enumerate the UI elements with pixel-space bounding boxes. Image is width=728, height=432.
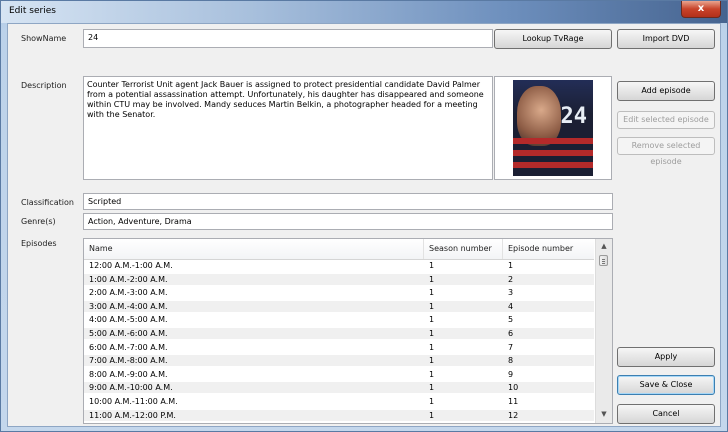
episode-number-cell: 12 xyxy=(508,410,519,420)
episode-name-cell: 7:00 A.M.-8:00 A.M. xyxy=(89,356,168,366)
episode-number-cell: 10 xyxy=(508,383,519,393)
table-row[interactable]: 9:00 A.M.-10:00 A.M. 1 10 xyxy=(84,382,594,394)
poster-title: 24 xyxy=(560,104,588,129)
poster-face xyxy=(517,86,561,146)
episode-number-cell: 8 xyxy=(508,356,514,366)
table-row[interactable]: 11:00 A.M.-12:00 P.M. 1 12 xyxy=(84,409,594,421)
season-number-cell: 1 xyxy=(429,315,435,325)
poster-stripe xyxy=(513,138,593,144)
season-number-cell: 1 xyxy=(429,369,435,379)
season-number-cell: 1 xyxy=(429,356,435,366)
window-title: Edit series xyxy=(9,6,56,16)
episode-name-cell: 2:00 A.M.-3:00 A.M. xyxy=(89,288,168,298)
episode-name-cell: 9:00 A.M.-10:00 A.M. xyxy=(89,383,173,393)
show-poster-image: 24 xyxy=(513,80,593,176)
edit-selected-episode-button[interactable]: Edit selected episode xyxy=(617,111,715,129)
classification-label: Classification xyxy=(21,198,74,207)
episode-name-cell: 8:00 A.M.-9:00 A.M. xyxy=(89,369,168,379)
poster-stripe xyxy=(513,150,593,156)
classification-field[interactable]: Scripted xyxy=(83,193,613,210)
table-row[interactable]: 8:00 A.M.-9:00 A.M. 1 9 xyxy=(84,369,594,380)
episode-number-cell: 3 xyxy=(508,288,514,298)
save-close-button[interactable]: Save & Close xyxy=(617,375,715,395)
table-header: Name Season number Episode number xyxy=(84,239,594,260)
episode-number-cell: 2 xyxy=(508,274,514,284)
column-header-name[interactable]: Name xyxy=(84,239,424,259)
genres-label: Genre(s) xyxy=(21,217,56,226)
close-button[interactable]: x xyxy=(681,1,721,18)
season-number-cell: 1 xyxy=(429,261,435,270)
table-row[interactable]: 6:00 A.M.-7:00 A.M. 1 7 xyxy=(84,342,594,353)
table-row[interactable]: 3:00 A.M.-4:00 A.M. 1 4 xyxy=(84,300,594,312)
table-row[interactable]: 10:00 A.M.-11:00 A.M. 1 11 xyxy=(84,396,594,407)
episode-name-cell: 4:00 A.M.-5:00 A.M. xyxy=(89,315,168,325)
episode-name-cell: 12:00 A.M.-1:00 A.M. xyxy=(89,261,173,270)
table-row[interactable]: 12:00 A.M.-1:00 A.M. 1 1 xyxy=(84,260,594,271)
episode-name-cell: 5:00 A.M.-6:00 A.M. xyxy=(89,329,168,338)
scroll-up-icon[interactable]: ▲ xyxy=(596,239,612,253)
episode-number-cell: 9 xyxy=(508,369,514,379)
description-label: Description xyxy=(21,81,67,90)
season-number-cell: 1 xyxy=(429,342,435,352)
table-row[interactable]: 5:00 A.M.-6:00 A.M. 1 6 xyxy=(84,328,594,339)
episode-number-cell: 1 xyxy=(508,261,514,270)
vertical-scrollbar[interactable]: ▲ ▼ xyxy=(595,239,612,423)
cancel-button[interactable]: Cancel xyxy=(617,404,715,424)
table-row[interactable]: 7:00 A.M.-8:00 A.M. 1 8 xyxy=(84,355,594,367)
dialog-body: ShowName Description Classification Genr… xyxy=(7,23,721,427)
episode-number-cell: 11 xyxy=(508,397,519,406)
table-row[interactable]: 4:00 A.M.-5:00 A.M. 1 5 xyxy=(84,314,594,325)
poster-frame: 24 xyxy=(494,76,612,180)
season-number-cell: 1 xyxy=(429,329,435,338)
showname-label: ShowName xyxy=(21,34,67,43)
table-row[interactable]: 1:00 A.M.-2:00 A.M. 1 2 xyxy=(84,273,594,285)
genres-field[interactable]: Action, Adventure, Drama xyxy=(83,213,613,230)
close-icon: x xyxy=(697,3,705,14)
season-number-cell: 1 xyxy=(429,410,435,420)
remove-selected-episode-button[interactable]: Remove selected episode xyxy=(617,137,715,166)
column-header-episode[interactable]: Episode number xyxy=(503,239,594,259)
import-dvd-button[interactable]: Import DVD xyxy=(617,29,715,49)
episode-name-cell: 6:00 A.M.-7:00 A.M. xyxy=(89,342,168,352)
episodes-table[interactable]: Name Season number Episode number 12:00 … xyxy=(83,238,613,424)
episode-number-cell: 5 xyxy=(508,315,514,325)
title-bar[interactable]: Edit series x xyxy=(1,1,727,23)
season-number-cell: 1 xyxy=(429,274,435,284)
episodes-label: Episodes xyxy=(21,239,57,248)
episode-name-cell: 1:00 A.M.-2:00 A.M. xyxy=(89,274,168,284)
lookup-tvrage-button[interactable]: Lookup TvRage xyxy=(494,29,612,49)
poster-stripe xyxy=(513,162,593,168)
column-header-season[interactable]: Season number xyxy=(424,239,503,259)
add-episode-button[interactable]: Add episode xyxy=(617,81,715,101)
season-number-cell: 1 xyxy=(429,397,435,406)
description-field[interactable]: Counter Terrorist Unit agent Jack Bauer … xyxy=(83,76,493,180)
episode-number-cell: 7 xyxy=(508,342,514,352)
episode-name-cell: 10:00 A.M.-11:00 A.M. xyxy=(89,397,178,406)
season-number-cell: 1 xyxy=(429,288,435,298)
episode-number-cell: 6 xyxy=(508,329,514,338)
episode-number-cell: 4 xyxy=(508,301,514,311)
season-number-cell: 1 xyxy=(429,301,435,311)
season-number-cell: 1 xyxy=(429,383,435,393)
episode-name-cell: 11:00 A.M.-12:00 P.M. xyxy=(89,410,176,420)
scroll-down-icon[interactable]: ▼ xyxy=(596,407,612,421)
showname-field[interactable]: 24 xyxy=(83,29,493,48)
episode-name-cell: 3:00 A.M.-4:00 A.M. xyxy=(89,301,168,311)
scroll-thumb[interactable] xyxy=(599,255,608,266)
apply-button[interactable]: Apply xyxy=(617,347,715,367)
edit-series-window: Edit series x ShowName Description Class… xyxy=(0,0,728,432)
table-row[interactable]: 2:00 A.M.-3:00 A.M. 1 3 xyxy=(84,287,594,298)
